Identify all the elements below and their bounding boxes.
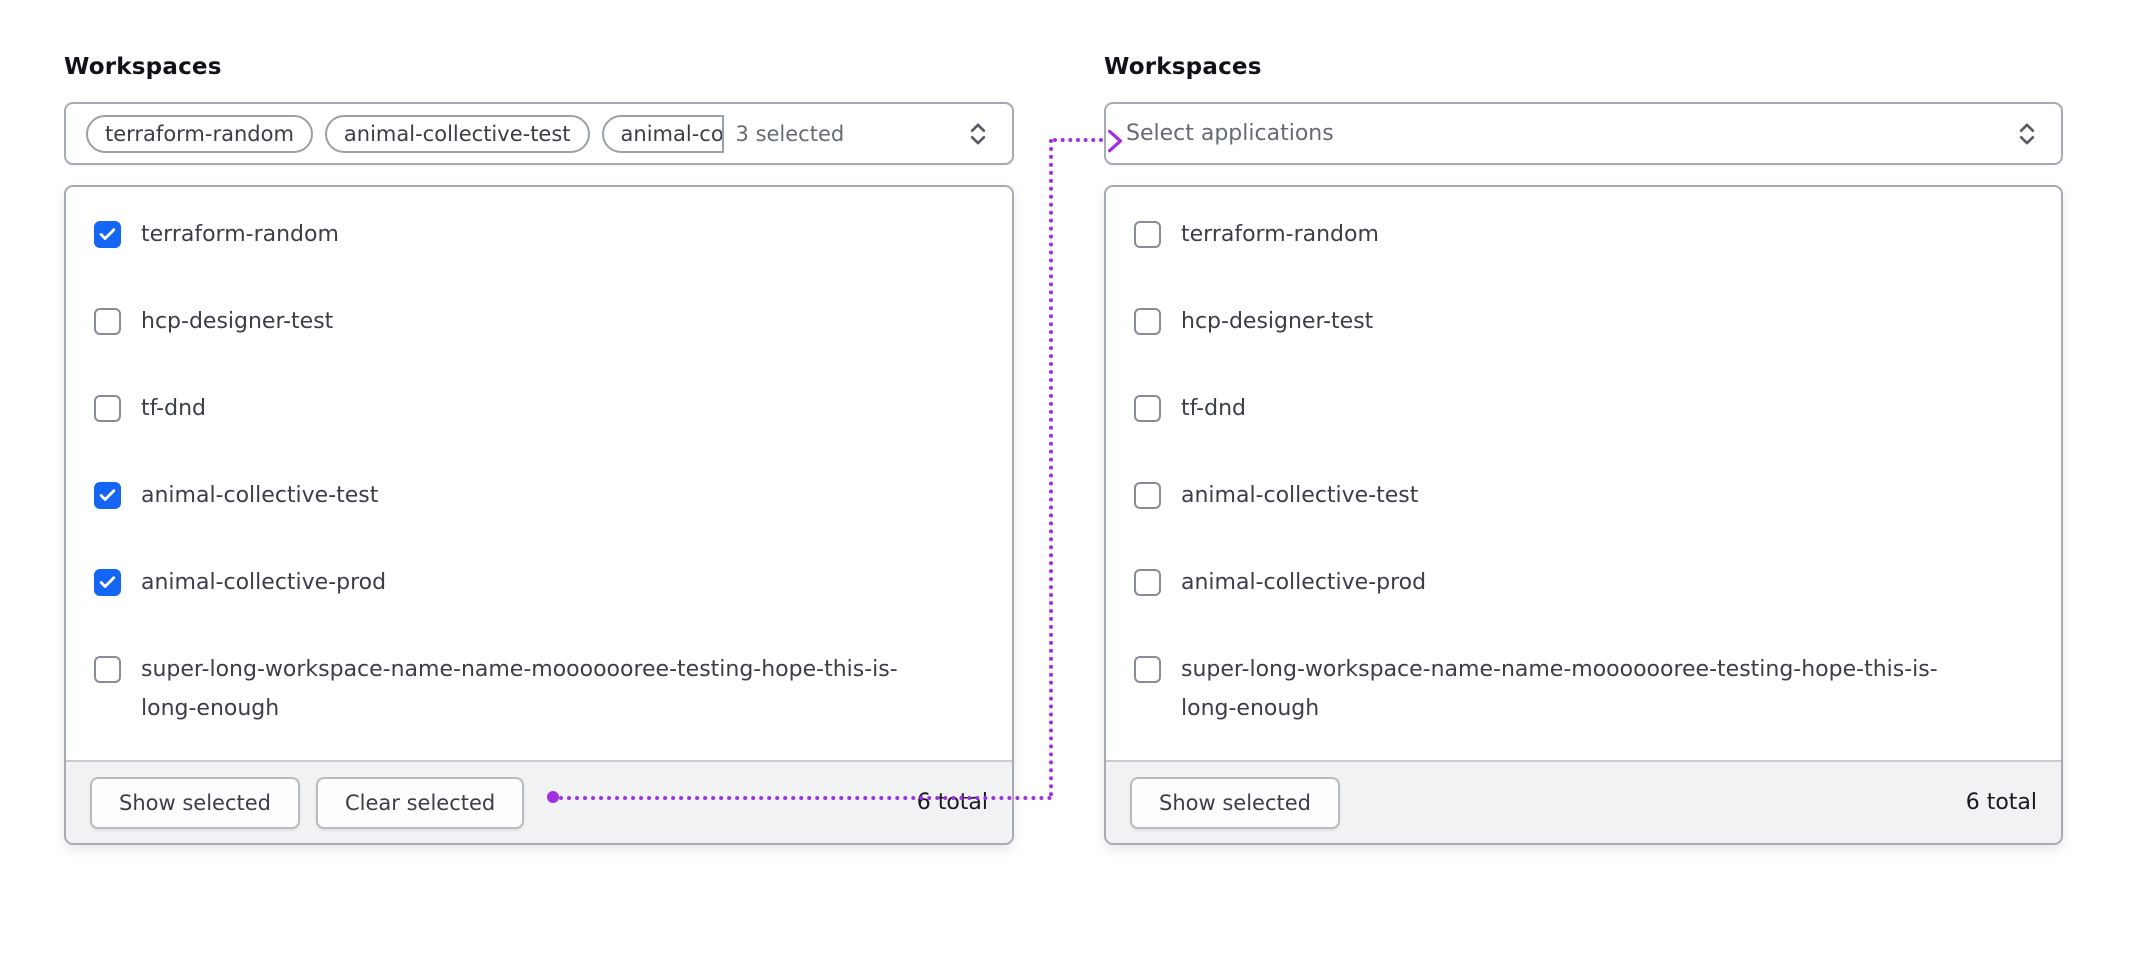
option-label: super-long-workspace-name-name-moooooore… xyxy=(1181,650,1969,728)
option-label: super-long-workspace-name-name-moooooore… xyxy=(141,650,929,728)
total-count: 6 total xyxy=(917,790,988,815)
tag-clipped: animal-co xyxy=(602,115,724,153)
dropdown-footer: Show selected 6 total xyxy=(1106,760,2061,843)
option-label: tf-dnd xyxy=(1181,389,1246,428)
option-label: animal-collective-prod xyxy=(1181,563,1426,602)
connector-line-horizontal-top xyxy=(1053,138,1103,142)
checkbox-checked[interactable] xyxy=(94,221,121,248)
multiselect-trigger[interactable]: Select applications xyxy=(1104,102,2063,165)
checkbox-unchecked[interactable] xyxy=(1134,308,1161,335)
option-row[interactable]: animal-collective-test xyxy=(66,452,1012,539)
option-label: terraform-random xyxy=(141,215,339,254)
option-label: animal-collective-prod xyxy=(141,563,386,602)
checkbox-checked[interactable] xyxy=(94,482,121,509)
dropdown-footer: Show selected Clear selected 6 total xyxy=(66,760,1012,843)
option-row[interactable]: animal-collective-prod xyxy=(1106,539,2061,626)
checkbox-unchecked[interactable] xyxy=(1134,221,1161,248)
option-label: tf-dnd xyxy=(141,389,206,428)
show-selected-button[interactable]: Show selected xyxy=(90,777,300,829)
placeholder-text: Select applications xyxy=(1126,121,1334,146)
option-row[interactable]: animal-collective-prod xyxy=(66,539,1012,626)
selected-count: 3 selected xyxy=(736,122,845,146)
option-row[interactable]: terraform-random xyxy=(1106,191,2061,278)
option-row[interactable]: terraform-random xyxy=(66,191,1012,278)
multiselect-trigger[interactable]: terraform-random animal-collective-test … xyxy=(64,102,1014,165)
option-row[interactable]: tf-dnd xyxy=(1106,365,2061,452)
option-row[interactable]: tf-dnd xyxy=(66,365,1012,452)
canvas: Workspaces terraform-random animal-colle… xyxy=(0,0,2130,960)
option-row[interactable]: super-long-workspace-name-name-moooooore… xyxy=(66,626,1012,752)
options-dropdown: terraform-random hcp-designer-test tf-dnd a… xyxy=(1104,185,2063,845)
selected-tags: terraform-random animal-collective-test … xyxy=(86,115,724,153)
options-list: terraform-random hcp-designer-test tf-dnd a… xyxy=(1106,187,2061,760)
options-dropdown: terraform-random hcp-designer-test tf-dnd a… xyxy=(64,185,1014,845)
total-count: 6 total xyxy=(1966,790,2037,815)
field-label: Workspaces xyxy=(1104,54,2063,80)
checkbox-unchecked[interactable] xyxy=(1134,395,1161,422)
option-row[interactable]: animal-collective-test xyxy=(1106,452,2061,539)
option-label: animal-collective-test xyxy=(141,476,378,515)
show-selected-button[interactable]: Show selected xyxy=(1130,777,1340,829)
checkbox-checked[interactable] xyxy=(94,569,121,596)
checkbox-unchecked[interactable] xyxy=(1134,482,1161,509)
options-list: terraform-random hcp-designer-test tf-dnd a… xyxy=(66,187,1012,760)
checkbox-unchecked[interactable] xyxy=(94,395,121,422)
checkbox-unchecked[interactable] xyxy=(94,656,121,683)
caret-sort-icon xyxy=(2013,120,2041,148)
caret-sort-icon xyxy=(964,120,992,148)
workspaces-multiselect-expanded: Workspaces terraform-random animal-colle… xyxy=(64,54,1014,80)
option-row[interactable]: super-long-workspace-name-name-moooooore… xyxy=(1106,626,2061,752)
checkbox-unchecked[interactable] xyxy=(1134,656,1161,683)
tag: terraform-random xyxy=(86,115,313,153)
option-label: animal-collective-test xyxy=(1181,476,1418,515)
option-label: hcp-designer-test xyxy=(141,302,333,341)
tag: animal-collective-test xyxy=(325,115,590,153)
clear-selected-button[interactable]: Clear selected xyxy=(316,777,524,829)
workspaces-multiselect-cleared: Workspaces Select applications terraform… xyxy=(1104,54,2063,80)
option-label: terraform-random xyxy=(1181,215,1379,254)
option-row[interactable]: hcp-designer-test xyxy=(66,278,1012,365)
connector-line-vertical xyxy=(1049,139,1053,797)
option-label: hcp-designer-test xyxy=(1181,302,1373,341)
option-row[interactable]: hcp-designer-test xyxy=(1106,278,2061,365)
checkbox-unchecked[interactable] xyxy=(1134,569,1161,596)
field-label: Workspaces xyxy=(64,54,1014,80)
checkbox-unchecked[interactable] xyxy=(94,308,121,335)
